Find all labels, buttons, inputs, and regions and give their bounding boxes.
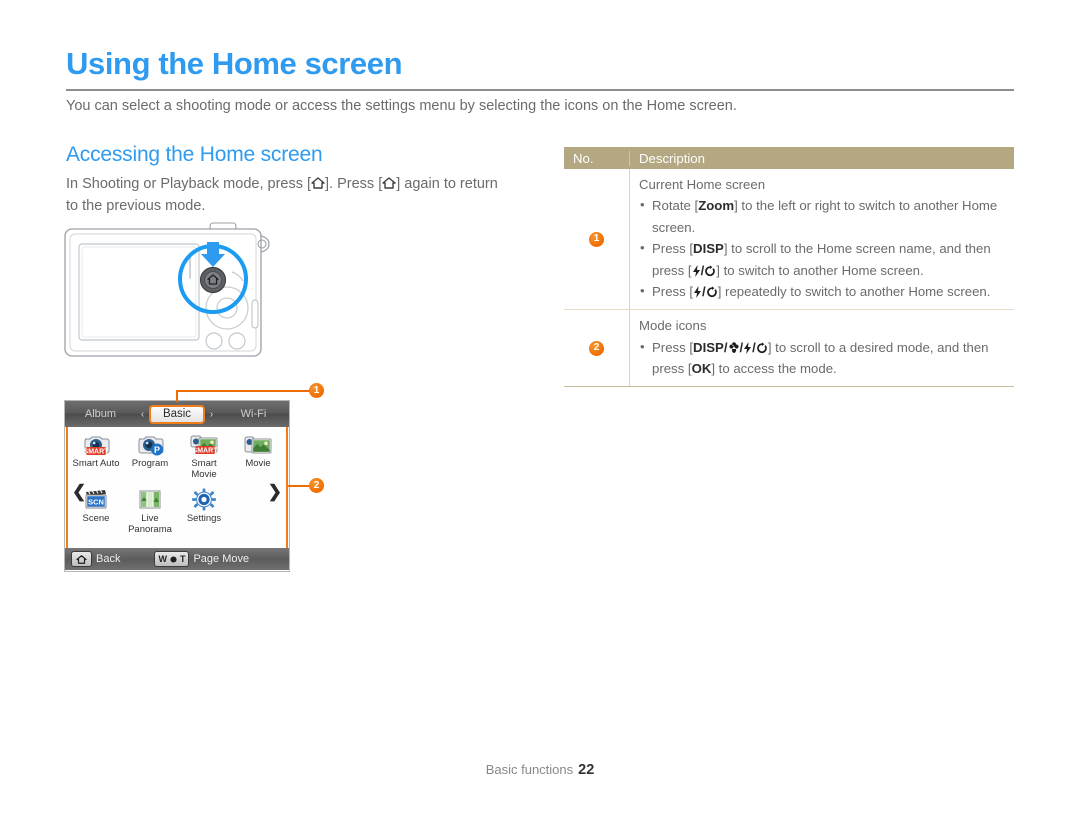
bullet-item: Press [/] repeatedly to switch to anothe… [639,280,1014,302]
key-flash-timer: / [692,263,717,278]
tab-prev-arrow-icon[interactable]: ‹ [136,409,149,420]
zoom-t-label: T [179,554,186,564]
tab-basic[interactable]: Basic [149,404,205,424]
mode-item-smart-movie[interactable]: SMART Smart Movie [178,431,230,480]
mode-row-1: SMART Smart Auto P Program SMART Smart M… [68,427,286,480]
intro-paragraph: You can select a shooting mode or access… [66,98,737,114]
footer-section-label: Basic functions [485,762,574,777]
mode-item-smart-auto[interactable]: SMART Smart Auto [70,431,122,480]
home-screen-bottombar: Back W T Page Move [65,548,289,570]
row-badge-1: 1 [589,231,604,247]
mode-label: Live Panorama [128,513,172,535]
bullet-item: Rotate [Zoom] to the left or right to sw… [639,194,1014,238]
key-disp-macro-flash-timer: DISP// / [693,340,768,355]
home-screen-tabbar: Album ‹ Basic › Wi-Fi [65,401,289,427]
mode-row-2: SCN Scene Live Panorama Settings [68,480,286,535]
back-home-icon[interactable] [71,551,92,567]
svg-text:SMART: SMART [84,448,110,455]
key-flash-timer-2: / [693,284,718,299]
table-row: 2 Mode icons Press [DISP///] to scroll t… [564,310,1014,388]
table-cell-no: 2 [564,310,629,386]
table-header-description: Description [629,150,1014,166]
home-button-icon [311,177,325,189]
mode-label: Settings [186,513,222,525]
settings-icon [178,486,230,513]
smart-movie-icon: SMART [178,431,230,458]
bullet-item: Press [DISP] to scroll to the Home scree… [639,237,1014,281]
svg-text:SMART: SMART [193,447,219,454]
table-cell-description: Mode icons Press [DISP///] to scroll to … [629,310,1014,387]
mode-item-settings[interactable]: Settings [178,486,230,535]
smart-auto-icon: SMART [70,431,122,458]
instruction-text-part2: ]. Press [ [325,176,383,192]
callout-1-leader-vertical [176,390,178,402]
tab-album[interactable]: Album [65,408,136,420]
footer-page-number: 22 [578,762,595,778]
tab-next-arrow-icon[interactable]: › [205,409,218,420]
row-badge-2: 2 [589,340,604,356]
live-panorama-icon [124,486,176,513]
instruction-paragraph: In Shooting or Playback mode, press [ ]. … [66,173,506,218]
title-divider [66,89,1014,91]
page-prev-arrow-icon[interactable]: ❮ [72,483,86,500]
mode-label: Smart Movie [191,458,217,480]
camera-illustration [62,222,322,372]
page-title: Using the Home screen [66,46,403,81]
home-button-icon-2 [382,177,396,189]
table-row: 1 Current Home screen Rotate [Zoom] to t… [564,169,1014,311]
home-screen-mode-grid: SMART Smart Auto P Program SMART Smart M… [66,427,288,548]
svg-text:SCN: SCN [88,497,104,506]
mode-item-live-panorama[interactable]: Live Panorama [124,486,176,535]
page-footer: Basic functions 22 [0,762,1080,778]
table-header-row: No. Description [564,147,1014,169]
instruction-text-part1: In Shooting or Playback mode, press [ [66,176,312,192]
program-icon: P [124,431,176,458]
description-table: No. Description 1 Current Home screen Ro… [564,147,1014,388]
bullet-item: Press [DISP///] to scroll to a desired m… [639,336,1014,380]
zoom-wt-icon[interactable]: W T [154,551,190,567]
table-header-no: No. [573,150,594,166]
page-next-arrow-icon[interactable]: ❯ [268,483,282,500]
key-disp: DISP [693,241,724,257]
mode-label: Smart Auto [72,458,120,469]
key-zoom: Zoom [698,198,735,214]
row-lead-text: Mode icons [639,318,707,334]
row-bullet-list: Rotate [Zoom] to the left or right to sw… [639,194,1014,302]
svg-text:P: P [154,445,160,455]
mode-item-movie[interactable]: Movie [232,431,284,480]
mode-label: Movie [245,458,271,469]
row-lead-text: Current Home screen [639,177,766,192]
home-screen-mockup: Album ‹ Basic › Wi-Fi SMART Smart Auto P… [64,400,290,572]
table-cell-no: 1 [564,169,629,309]
mode-label: Program [131,458,169,469]
mode-item-program[interactable]: P Program [124,431,176,480]
table-cell-description: Current Home screen Rotate [Zoom] to the… [629,169,1014,310]
movie-icon [232,431,284,458]
callout-2-leader [288,485,310,487]
callout-1-leader [176,390,310,392]
back-label: Back [96,553,121,565]
row-bullet-list: Press [DISP///] to scroll to a desired m… [639,336,1014,380]
callout-badge-1: 1 [309,383,324,398]
callout-badge-2: 2 [309,478,324,493]
tab-wifi[interactable]: Wi-Fi [218,408,289,420]
section-title: Accessing the Home screen [66,143,323,166]
zoom-w-label: W [158,554,167,564]
page-move-label: Page Move [193,553,250,565]
key-ok: OK [691,361,712,376]
mode-label: Scene [82,513,110,525]
